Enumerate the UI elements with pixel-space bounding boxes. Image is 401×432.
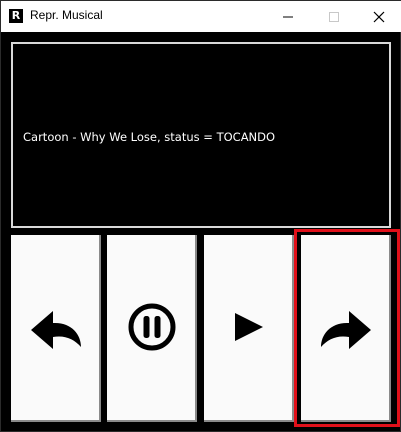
- app-window: R Repr. Musical Cartoon - Why We Lose, s…: [0, 0, 401, 432]
- maximize-button[interactable]: [311, 1, 357, 32]
- title-bar[interactable]: R Repr. Musical: [1, 1, 401, 32]
- previous-button[interactable]: [11, 235, 101, 422]
- close-button[interactable]: [356, 1, 401, 32]
- pause-button[interactable]: [107, 235, 197, 422]
- maximize-icon: [329, 12, 339, 22]
- curved-arrow-right-icon: [321, 311, 371, 349]
- minimize-button[interactable]: [265, 1, 311, 32]
- minimize-icon: [283, 16, 293, 18]
- close-icon: [373, 11, 385, 23]
- pause-circle-icon: [128, 303, 176, 351]
- app-logo-icon: R: [9, 9, 23, 23]
- curved-arrow-left-icon: [31, 311, 81, 349]
- status-text: Cartoon - Why We Lose, status = TOCANDO: [23, 130, 276, 144]
- play-triangle-icon: [235, 313, 263, 341]
- play-button[interactable]: [204, 235, 294, 422]
- next-button[interactable]: [301, 235, 391, 422]
- window-title: Repr. Musical: [30, 8, 103, 22]
- status-display: Cartoon - Why We Lose, status = TOCANDO: [11, 42, 391, 228]
